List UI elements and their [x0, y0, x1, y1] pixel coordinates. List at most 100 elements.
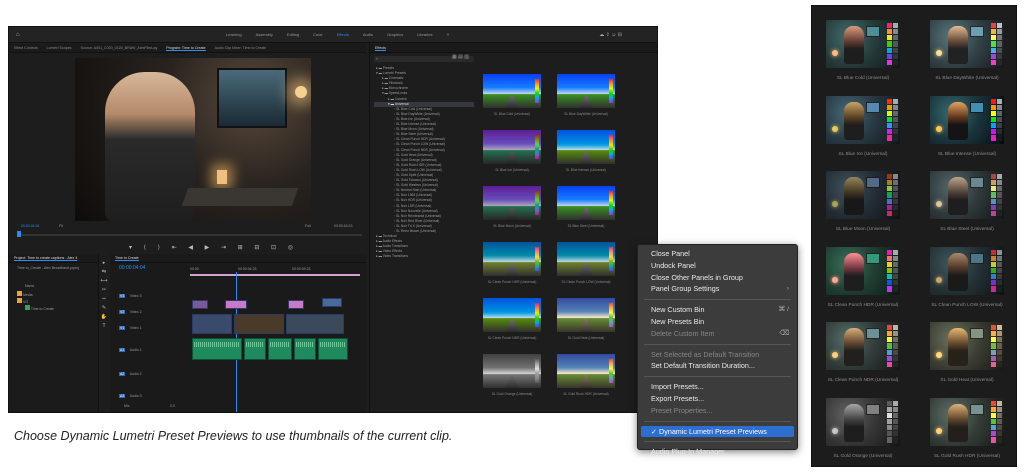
menu-item-close-panel[interactable]: Close Panel	[638, 248, 797, 260]
dynamic-thumbnail-grid: SL Blue Cold (Universal) SL Blue DayWhite…	[822, 20, 1012, 467]
dynamic-preset-thumbnail[interactable]: SL Gold Orange (Universal)	[822, 397, 908, 467]
dynamic-preset-thumbnail[interactable]: SL Blue Steel (Universal)	[926, 171, 1012, 247]
dynamic-preset-thumbnail[interactable]: SL Blue Moon (Universal)	[822, 171, 908, 247]
workspace-tab[interactable]: Effects	[337, 32, 349, 37]
name-column-header[interactable]: Name	[25, 284, 98, 288]
home-icon[interactable]: ⌂	[16, 32, 226, 38]
menu-item-delete-custom-item[interactable]: Delete Custom Item ⌫	[638, 328, 797, 340]
track-header-v1[interactable]: V1 Video 1	[119, 316, 189, 330]
workspace-tab[interactable]: Assembly	[256, 32, 273, 37]
audio-clip[interactable]	[268, 338, 292, 360]
track-header-a1[interactable]: A1 Audio 1	[119, 338, 189, 352]
tab-audio-clip-mixer[interactable]: Audio Clip Mixer: Time to Create	[215, 46, 267, 50]
tab-program[interactable]: Program: Time to Create	[166, 46, 206, 51]
effects-view-icons[interactable]: ▦ ▤ ▥	[452, 54, 469, 60]
track-header-a3[interactable]: A3 Audio 3	[119, 384, 189, 398]
preset-thumbnail[interactable]: SL Clean Punch HDR (Universal)	[477, 242, 547, 284]
work-area-bar[interactable]	[190, 274, 360, 276]
preset-thumbnail[interactable]: SL Blue DayWhite (Universal)	[551, 74, 621, 116]
share-icon[interactable]: ☁ ⇪ ☺ ⊟	[599, 32, 622, 38]
audio-clip[interactable]	[294, 338, 316, 360]
dynamic-preset-thumbnail[interactable]: SL Blue Cold (Universal)	[822, 20, 908, 96]
timeline-timecode[interactable]: 00:00:04:04	[119, 265, 145, 271]
preset-thumbnail[interactable]: SL Blue Steel (Universal)	[551, 186, 621, 228]
menu-item-close-other-panels-in-group[interactable]: Close Other Panels in Group	[638, 272, 797, 284]
dynamic-preset-thumbnail[interactable]: SL Gold Heat (Universal)	[926, 322, 1012, 398]
menu-item-dynamic-lumetri-preset-previews[interactable]: ✓ Dynamic Lumetri Preset Previews	[641, 425, 794, 438]
project-item[interactable]: Media	[17, 291, 98, 298]
video-clip[interactable]	[192, 314, 232, 334]
audio-clip[interactable]	[192, 338, 242, 360]
menu-item-audio-plug-in-manager[interactable]: Audio Plug-In Manager...	[638, 446, 797, 458]
more-workspaces-icon[interactable]: »	[446, 32, 449, 38]
preset-thumbnail[interactable]: SL Blue Intense (Universal)	[551, 130, 621, 172]
workspace-tab[interactable]: Graphics	[387, 32, 403, 37]
dynamic-preset-thumbnail[interactable]: SL Clean Punch LOW (Universal)	[926, 246, 1012, 323]
menu-item-panel-group-settings[interactable]: Panel Group Settings ›	[638, 283, 797, 295]
preset-preview-image	[483, 298, 541, 332]
dynamic-preset-label: SL Blue Steel (Universal)	[940, 227, 994, 232]
effects-tree-item[interactable]: ▸ ▬ Video Transitions	[374, 254, 474, 259]
program-playhead[interactable]	[17, 231, 21, 237]
audio-clip[interactable]	[318, 338, 348, 360]
fit-dropdown[interactable]: Fit	[59, 224, 63, 228]
program-scrub-bar[interactable]	[17, 234, 362, 236]
workspace-tab[interactable]: Color	[313, 32, 323, 37]
dynamic-preset-thumbnail[interactable]: SL Blue DayWhite (Universal)	[926, 20, 1012, 96]
workspace-tab[interactable]: Libraries	[417, 32, 432, 37]
monitor-glow	[217, 68, 287, 128]
dynamic-preset-thumbnail[interactable]: SL Blue Intense (Universal)	[926, 95, 1012, 172]
effects-tab[interactable]: Effects	[375, 46, 386, 51]
mix-value[interactable]: 0.0	[170, 404, 175, 408]
track-header-v2[interactable]: V2 Video 2	[119, 300, 189, 314]
project-tab[interactable]: Project: Time to create captions - Alex …	[14, 256, 78, 261]
preset-thumbnail[interactable]: SL Gold Rush HDR (Universal)	[551, 354, 621, 396]
preset-thumbnail[interactable]: SL Blue Cold (Universal)	[477, 74, 547, 116]
resolution-dropdown[interactable]: Full	[305, 224, 311, 228]
video-clip[interactable]	[286, 314, 344, 334]
tab-effect-controls[interactable]: Effect Controls	[14, 46, 38, 50]
video-clip[interactable]	[225, 300, 247, 309]
audio-clip[interactable]	[244, 338, 266, 360]
workspace-tab[interactable]: Editing	[287, 32, 299, 37]
workspace-tab[interactable]: Learning	[226, 32, 242, 37]
submenu-arrow-icon: ›	[786, 285, 789, 293]
tools-panel[interactable]: ▸ ⇆ ⟷ ✂ ⇿ ✎ ✋ T	[100, 259, 108, 369]
project-item[interactable]: Time to Create	[17, 305, 98, 312]
timeline-tab[interactable]: Time to Create	[115, 256, 139, 261]
project-item[interactable]: VO	[17, 298, 98, 305]
preset-thumbnail[interactable]: SL Gold Heat (Universal)	[551, 298, 621, 340]
menu-item-set-selected-as-default-transition[interactable]: Set Selected as Default Transition	[638, 349, 797, 361]
preset-thumbnail[interactable]: SL Clean Punch NDR (Universal)	[477, 298, 547, 340]
video-clip[interactable]	[192, 300, 208, 309]
dynamic-preset-thumbnail[interactable]: SL Blue Ice (Universal)	[822, 95, 908, 172]
tab-lumetri-scopes[interactable]: Lumetri Scopes	[47, 46, 72, 50]
dynamic-preset-thumbnail[interactable]: SL Clean Punch NDR (Universal)	[822, 322, 908, 398]
tree-folder-icon: ▾ ▬	[376, 71, 383, 76]
preset-thumbnail[interactable]: SL Gold Orange (Universal)	[477, 354, 547, 396]
menu-item-undock-panel[interactable]: Undock Panel	[638, 260, 797, 272]
track-header-v3[interactable]: V3 Video 3	[119, 284, 189, 298]
program-timecode-in[interactable]: 00:00:04:04	[21, 224, 40, 228]
transport-controls[interactable]: ▾ ⟨ ⟩ ⇤ ◀ ▶ ⇥ ⊞ ⊟ ⊡ ◎	[129, 244, 298, 251]
workspace-tab[interactable]: Audio	[363, 32, 373, 37]
menu-item-new-custom-bin[interactable]: New Custom Bin ⌘ /	[638, 304, 797, 316]
color-swatch-strip	[535, 359, 539, 383]
menu-item-export-presets[interactable]: Export Presets...	[638, 393, 797, 405]
track-header-a2[interactable]: A2 Audio 2	[119, 362, 189, 376]
preset-thumbnail-label: SL Blue Moon (Universal)	[493, 224, 531, 228]
program-monitor-video[interactable]	[75, 58, 311, 221]
dynamic-preset-thumbnail[interactable]: SL Gold Rush HDR (Universal)	[926, 397, 1012, 467]
menu-item-import-presets[interactable]: Import Presets...	[638, 381, 797, 393]
tab-source[interactable]: Source: A001_C020_011B_BRAW_AlexFilmLog	[80, 46, 157, 50]
preset-thumbnail[interactable]: SL Blue Moon (Universal)	[477, 186, 547, 228]
video-clip[interactable]	[322, 298, 342, 307]
video-clip[interactable]	[288, 300, 304, 309]
dynamic-preset-thumbnail[interactable]: SL Clean Punch HDR (Universal)	[822, 246, 908, 323]
menu-item-set-default-transition-duration[interactable]: Set Default Transition Duration...	[638, 360, 797, 372]
preset-thumbnail[interactable]: SL Blue Ice (Universal)	[477, 130, 547, 172]
video-clip[interactable]	[234, 314, 284, 334]
preset-thumbnail[interactable]: SL Clean Punch LOW (Universal)	[551, 242, 621, 284]
menu-item-preset-properties[interactable]: Preset Properties...	[638, 405, 797, 417]
menu-item-new-presets-bin[interactable]: New Presets Bin	[638, 316, 797, 328]
